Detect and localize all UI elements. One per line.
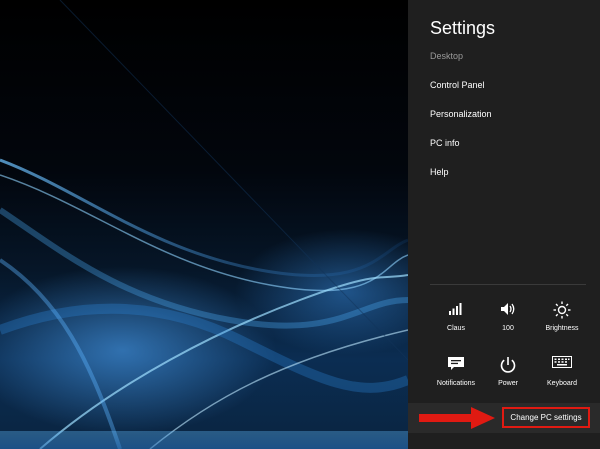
signal-bars-icon [430, 299, 482, 323]
taskbar-hint [0, 431, 408, 449]
wallpaper-light-streaks [0, 0, 408, 449]
network-label: Claus [447, 325, 465, 332]
volume-label: 100 [502, 325, 514, 332]
keyboard-label: Keyboard [547, 380, 577, 387]
menu-item-personalization[interactable]: Personalization [430, 109, 492, 119]
quick-settings-divider [430, 284, 586, 285]
notifications-label: Notifications [436, 380, 476, 387]
menu-item-help[interactable]: Help [430, 167, 449, 177]
change-pc-settings-label: Change PC settings [510, 413, 582, 422]
charm-subtitle: Desktop [430, 51, 464, 61]
brightness-button[interactable]: Brightness [536, 299, 588, 339]
menu-item-control-panel[interactable]: Control Panel [430, 80, 485, 90]
power-button[interactable]: Power [482, 354, 534, 394]
volume-button[interactable]: 100 [482, 299, 534, 339]
brightness-icon [536, 299, 588, 323]
menu-item-pc-info[interactable]: PC info [430, 138, 460, 148]
brightness-label: Brightness [545, 325, 579, 332]
network-button[interactable]: Claus [430, 299, 482, 339]
keyboard-button[interactable]: Keyboard [536, 354, 588, 394]
red-arrow-icon [419, 407, 495, 429]
notifications-button[interactable]: Notifications [430, 354, 482, 394]
power-icon [482, 354, 534, 378]
notifications-icon [430, 354, 482, 378]
settings-charm: Settings Desktop Control Panel Personali… [408, 0, 600, 449]
change-pc-settings-button[interactable]: Change PC settings [502, 407, 590, 428]
volume-icon [482, 299, 534, 323]
charm-title: Settings [430, 18, 496, 38]
power-label: Power [498, 380, 518, 387]
desktop-wallpaper [0, 0, 408, 449]
keyboard-icon [536, 354, 588, 378]
